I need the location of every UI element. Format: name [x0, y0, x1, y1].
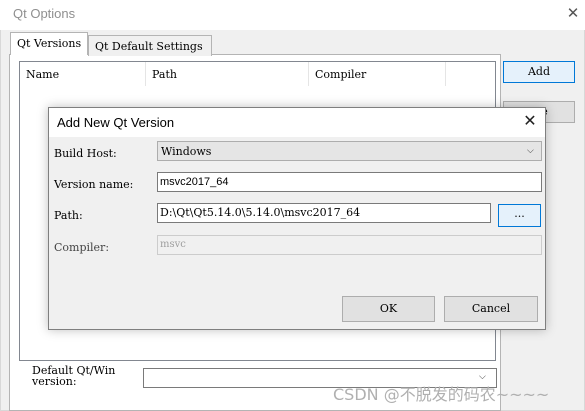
version-name-label: Version name:	[54, 178, 134, 191]
watermark: CSDN @不脱发的码农~~~~	[333, 385, 550, 404]
ok-button[interactable]: OK	[342, 296, 435, 322]
tab-qt-default-settings[interactable]: Qt Default Settings	[88, 35, 212, 56]
path-label: Path:	[54, 209, 83, 222]
tab-qt-versions[interactable]: Qt Versions	[10, 32, 88, 55]
compiler-field: msvc	[157, 235, 542, 255]
build-host-combo[interactable]	[157, 141, 542, 161]
version-name-input[interactable]: msvc2017_64	[157, 172, 542, 192]
column-header-compiler[interactable]: Compiler	[309, 62, 446, 86]
close-icon[interactable]: ✕	[562, 3, 584, 25]
column-header-name[interactable]: Name	[20, 62, 146, 86]
path-input[interactable]: D:\Qt\Qt5.14.0\5.14.0\msvc2017_64	[157, 203, 491, 223]
browse-button[interactable]: ...	[498, 204, 541, 227]
add-button[interactable]: Add	[503, 61, 575, 83]
build-host-value: Windows	[161, 145, 212, 158]
build-host-label: Build Host:	[54, 147, 117, 160]
compiler-label: Compiler:	[54, 241, 110, 254]
qt-options-titlebar	[0, 0, 585, 30]
default-version-label: Default Qt/Win version:	[32, 364, 116, 388]
column-header-path[interactable]: Path	[146, 62, 309, 86]
cancel-button[interactable]: Cancel	[444, 296, 538, 322]
chevron-down-icon: ⌵	[527, 145, 534, 155]
qt-options-title: Qt Options	[13, 6, 76, 21]
dialog-close-icon[interactable]: ✕	[518, 111, 542, 133]
dialog-title: Add New Qt Version	[57, 115, 175, 130]
